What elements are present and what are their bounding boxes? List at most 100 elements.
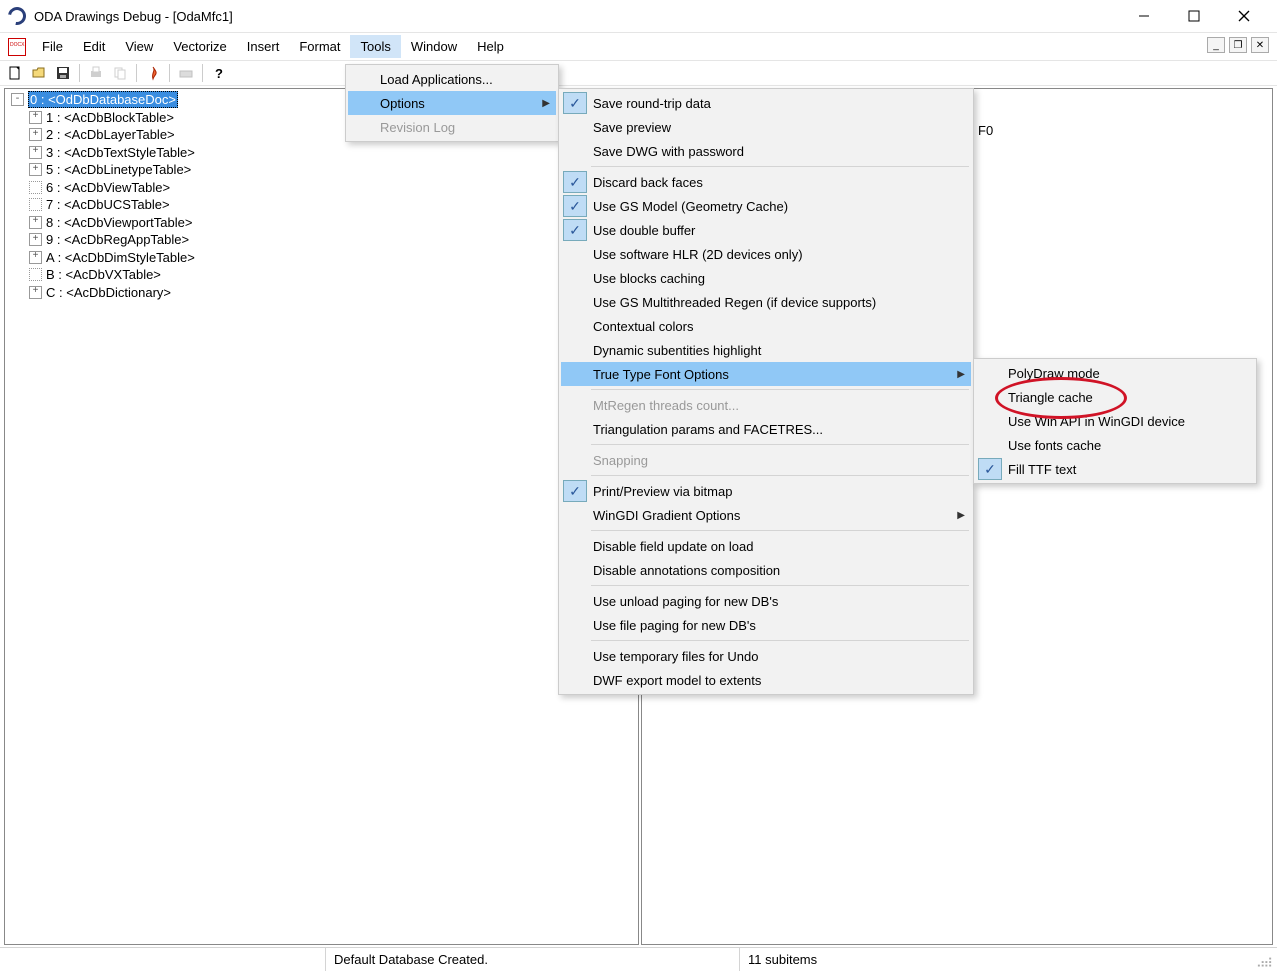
app-icon — [4, 3, 29, 28]
tree-item[interactable]: +8 : <AcDbViewportTable> — [7, 214, 636, 232]
tree-item[interactable]: +9 : <AcDbRegAppTable> — [7, 231, 636, 249]
menu-item[interactable]: Disable annotations composition — [561, 558, 971, 582]
menu-item[interactable]: Options▶ — [348, 91, 556, 115]
menu-item[interactable]: ✓Discard back faces — [561, 170, 971, 194]
menu-item[interactable]: DWF export model to extents — [561, 668, 971, 692]
menu-item[interactable]: PolyDraw mode — [976, 361, 1254, 385]
mdi-minimize-button[interactable]: _ — [1207, 37, 1225, 53]
menu-insert[interactable]: Insert — [237, 35, 290, 58]
menu-item[interactable]: Triangulation params and FACETRES... — [561, 417, 971, 441]
menu-item[interactable]: Save preview — [561, 115, 971, 139]
tree-item-label: 7 : <AcDbUCSTable> — [46, 197, 170, 212]
tree-item[interactable]: +A : <AcDbDimStyleTable> — [7, 249, 636, 267]
check-icon: ✓ — [563, 195, 587, 217]
save-icon[interactable] — [52, 62, 74, 84]
submenu-arrow-icon: ▶ — [957, 510, 965, 521]
expand-icon[interactable]: + — [29, 146, 42, 159]
expand-icon[interactable]: + — [29, 163, 42, 176]
menu-view[interactable]: View — [115, 35, 163, 58]
tree-panel[interactable]: -0 : <OdDbDatabaseDoc>+1 : <AcDbBlockTab… — [4, 88, 639, 945]
menu-item[interactable]: Save DWG with password — [561, 139, 971, 163]
menu-item[interactable]: Triangle cache — [976, 385, 1254, 409]
menu-edit[interactable]: Edit — [73, 35, 115, 58]
menu-help[interactable]: Help — [467, 35, 514, 58]
mdi-close-button[interactable]: ✕ — [1251, 37, 1269, 53]
menu-item-label: Fill TTF text — [1004, 462, 1234, 477]
menu-item[interactable]: Dynamic subentities highlight — [561, 338, 971, 362]
expand-icon[interactable]: + — [29, 251, 42, 264]
menu-item-label: Load Applications... — [376, 72, 536, 87]
menu-format[interactable]: Format — [289, 35, 350, 58]
maximize-button[interactable] — [1179, 5, 1209, 27]
menu-item-label: WinGDI Gradient Options — [589, 508, 951, 523]
menu-item-label: Contextual colors — [589, 319, 951, 334]
menu-item[interactable]: Load Applications... — [348, 67, 556, 91]
menu-item[interactable]: ✓Print/Preview via bitmap — [561, 479, 971, 503]
menu-item[interactable]: Use file paging for new DB's — [561, 613, 971, 637]
menu-separator — [591, 640, 969, 641]
flame-icon[interactable] — [142, 62, 164, 84]
status-left — [0, 948, 326, 971]
tree-item-label: 0 : <OdDbDatabaseDoc> — [28, 91, 178, 108]
tree-item[interactable]: 7 : <AcDbUCSTable> — [7, 196, 636, 214]
menu-item-label: Revision Log — [376, 120, 536, 135]
settings-icon[interactable] — [175, 62, 197, 84]
expand-icon[interactable]: + — [29, 233, 42, 246]
new-file-icon[interactable] — [4, 62, 26, 84]
tree-item-label: 6 : <AcDbViewTable> — [46, 180, 170, 195]
menu-window[interactable]: Window — [401, 35, 467, 58]
menu-item[interactable]: Use unload paging for new DB's — [561, 589, 971, 613]
menu-item[interactable]: Use Win API in WinGDI device — [976, 409, 1254, 433]
menu-item-label: Use blocks caching — [589, 271, 951, 286]
menu-item[interactable]: ✓Use double buffer — [561, 218, 971, 242]
expand-icon[interactable] — [29, 181, 42, 194]
close-button[interactable] — [1229, 5, 1259, 27]
menu-item[interactable]: Use fonts cache — [976, 433, 1254, 457]
menu-item-label: Use double buffer — [589, 223, 951, 238]
expand-icon[interactable] — [29, 268, 42, 281]
tree-item[interactable]: B : <AcDbVXTable> — [7, 266, 636, 284]
resize-grip-icon[interactable]: ⣠⣴ — [1256, 952, 1277, 968]
menu-item[interactable]: Use blocks caching — [561, 266, 971, 290]
check-icon: ✓ — [563, 92, 587, 114]
expand-icon[interactable]: + — [29, 111, 42, 124]
menu-separator — [591, 475, 969, 476]
menu-tools[interactable]: Tools — [350, 35, 400, 58]
copy-icon[interactable] — [109, 62, 131, 84]
menu-item[interactable]: WinGDI Gradient Options ▶ — [561, 503, 971, 527]
help-icon[interactable]: ? — [208, 62, 230, 84]
open-file-icon[interactable] — [28, 62, 50, 84]
menu-item-label: Save DWG with password — [589, 144, 951, 159]
tree-item[interactable]: +5 : <AcDbLinetypeTable> — [7, 161, 636, 179]
menu-item: Revision Log — [348, 115, 556, 139]
print-icon[interactable] — [85, 62, 107, 84]
menu-file[interactable]: File — [32, 35, 73, 58]
expand-icon[interactable] — [29, 198, 42, 211]
menu-item[interactable]: Contextual colors — [561, 314, 971, 338]
tree-item[interactable]: +3 : <AcDbTextStyleTable> — [7, 144, 636, 162]
menu-item[interactable]: Disable field update on load — [561, 534, 971, 558]
status-right: 11 subitems — [740, 948, 1256, 971]
tree-item-label: 5 : <AcDbLinetypeTable> — [46, 162, 191, 177]
expand-icon[interactable]: + — [29, 286, 42, 299]
menu-item[interactable]: ✓Save round-trip data — [561, 91, 971, 115]
menu-item[interactable]: Use GS Multithreaded Regen (if device su… — [561, 290, 971, 314]
expand-icon[interactable]: + — [29, 128, 42, 141]
mdi-restore-button[interactable]: ❐ — [1229, 37, 1247, 53]
menu-item-label: Triangle cache — [1004, 390, 1234, 405]
check-icon: ✓ — [563, 171, 587, 193]
check-icon: ✓ — [563, 219, 587, 241]
menu-item-label: Use unload paging for new DB's — [589, 594, 951, 609]
tree-item[interactable]: 6 : <AcDbViewTable> — [7, 179, 636, 197]
menu-vectorize[interactable]: Vectorize — [163, 35, 236, 58]
menu-item[interactable]: Use temporary files for Undo — [561, 644, 971, 668]
menu-item[interactable]: ✓Use GS Model (Geometry Cache) — [561, 194, 971, 218]
menu-item[interactable]: ✓Fill TTF text — [976, 457, 1254, 481]
tree-item[interactable]: +C : <AcDbDictionary> — [7, 284, 636, 302]
minimize-button[interactable] — [1129, 5, 1159, 27]
collapse-icon[interactable]: - — [11, 93, 24, 106]
options-submenu: ✓Save round-trip dataSave preview Save DW… — [558, 88, 974, 695]
menu-item[interactable]: Use software HLR (2D devices only) — [561, 242, 971, 266]
expand-icon[interactable]: + — [29, 216, 42, 229]
menu-item[interactable]: True Type Font Options▶ — [561, 362, 971, 386]
